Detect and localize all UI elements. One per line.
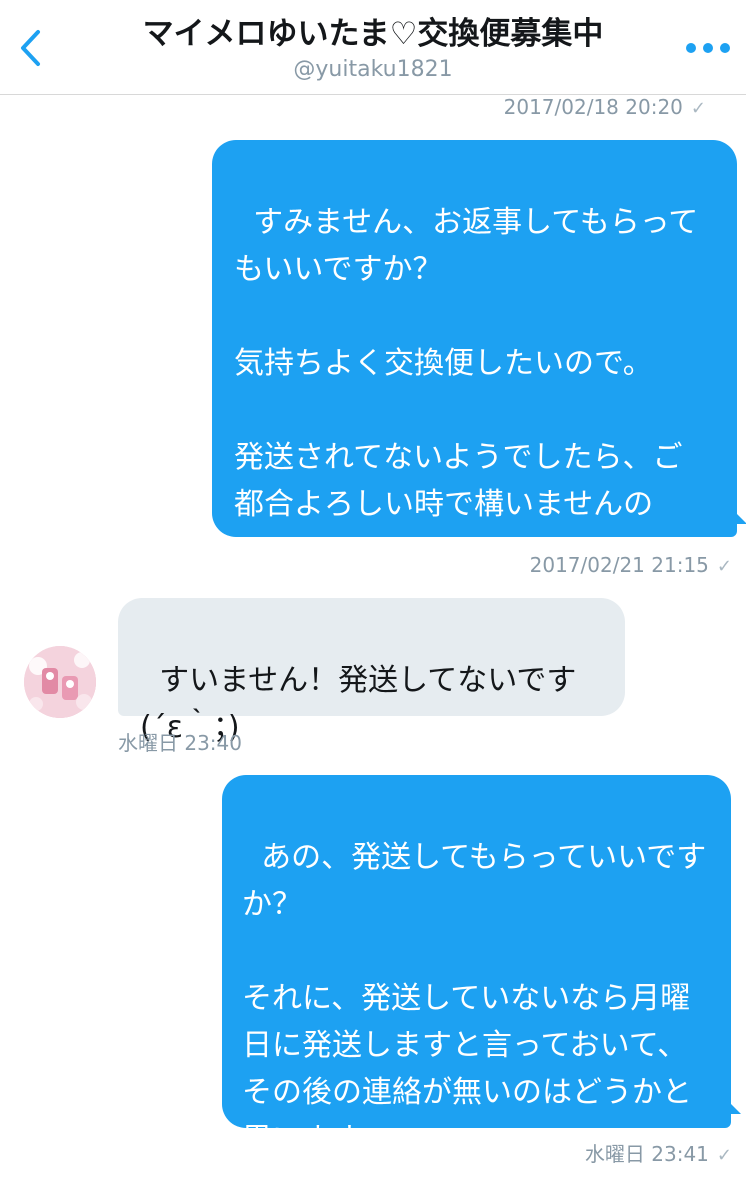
more-dots-icon (703, 43, 713, 53)
read-check-icon: ✓ (690, 98, 706, 119)
outgoing-message-bubble[interactable]: すみません、お返事してもらってもいいですか？ 気持ちよく交換便したいので。 発送… (212, 140, 737, 569)
conversation-handle[interactable]: @yuitaku1821 (60, 56, 686, 84)
conversation-header: マイメロゆいたま♡交換便募集中 @yuitaku1821 (0, 0, 746, 95)
message-timestamp: 2017/02/18 20:20 ✓ (504, 94, 706, 122)
avatar-image-icon (24, 646, 96, 718)
conversation-title[interactable]: マイメロゆいたま♡交換便募集中 (60, 14, 686, 54)
more-options-button[interactable] (678, 28, 738, 68)
timestamp-text: 2017/02/21 21:15 (529, 553, 709, 577)
bubble-tail (727, 1100, 741, 1114)
more-dots-icon (720, 43, 730, 53)
back-button[interactable] (10, 24, 50, 72)
timestamp-text: 2017/02/18 20:20 (503, 95, 683, 119)
message-text: すみません、お返事してもらってもいいですか？ 気持ちよく交換便したいので。 発送… (234, 205, 699, 569)
message-timestamp: 水曜日 23:40 (118, 730, 242, 756)
message-timestamp: 水曜日 23:41 ✓ (585, 1141, 732, 1169)
message-timestamp: 2017/02/21 21:15 ✓ (530, 552, 732, 580)
incoming-message-bubble[interactable]: すいません！発送してないです(´ε｀；) (118, 598, 625, 745)
timestamp-text: 水曜日 23:41 (584, 1142, 709, 1166)
read-check-icon: ✓ (716, 1145, 732, 1166)
more-dots-icon (686, 43, 696, 53)
read-check-icon: ✓ (716, 556, 732, 577)
bubble-tail (733, 510, 746, 524)
avatar[interactable] (24, 646, 96, 718)
message-text: あの、発送してもらっていいですか？ それに、発送していないなら月曜日に発送します… (242, 840, 707, 1157)
timestamp-text: 水曜日 23:40 (118, 731, 242, 755)
chevron-left-icon (21, 30, 40, 66)
outgoing-message-bubble[interactable]: あの、発送してもらっていいですか？ それに、発送していないなら月曜日に発送します… (222, 775, 731, 1157)
